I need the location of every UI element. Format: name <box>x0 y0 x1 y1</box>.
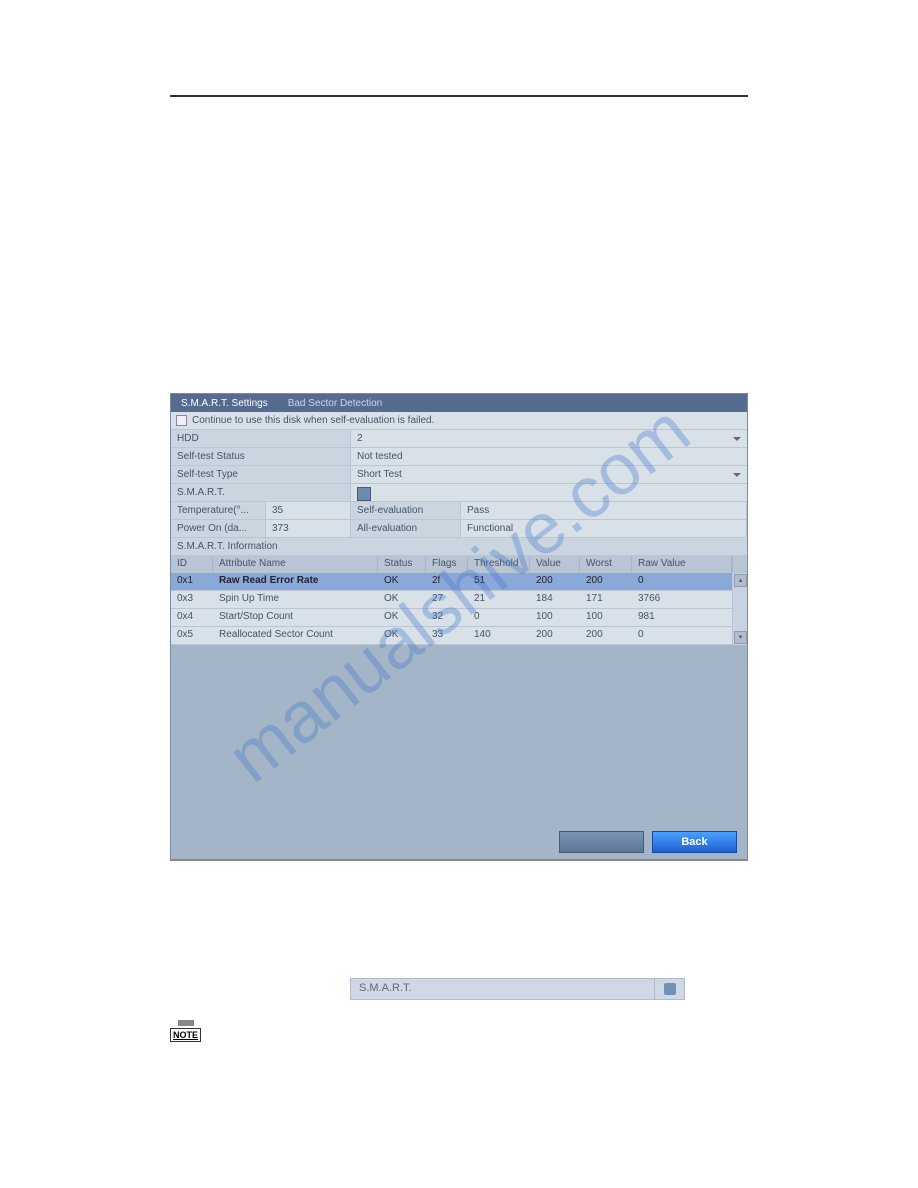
continue-use-label: Continue to use this disk when self-eval… <box>192 415 434 426</box>
gear-icon <box>664 983 676 995</box>
hdd-label: HDD <box>171 430 351 447</box>
cell-attr: Start/Stop Count <box>213 609 378 626</box>
snippet-gear-button[interactable] <box>655 978 685 1000</box>
col-status: Status <box>378 556 426 573</box>
smart-settings-window: S.M.A.R.T. Settings Bad Sector Detection… <box>170 393 748 860</box>
note-pin-icon <box>178 1020 194 1026</box>
cell-value: 100 <box>530 609 580 626</box>
cell-id: 0x4 <box>171 609 213 626</box>
table-row[interactable]: 0x1 Raw Read Error Rate OK 2f 51 200 200… <box>171 573 732 591</box>
col-id: ID <box>171 556 213 573</box>
continue-use-checkbox[interactable] <box>176 415 187 426</box>
cell-id: 0x5 <box>171 627 213 644</box>
page-top-rule <box>170 95 748 97</box>
table-row[interactable]: 0x4 Start/Stop Count OK 32 0 100 100 981 <box>171 609 732 627</box>
cell-worst: 200 <box>580 573 632 590</box>
cell-attr: Reallocated Sector Count <box>213 627 378 644</box>
horizontal-rule <box>170 860 748 861</box>
all-evaluation-value: Functional <box>461 520 747 537</box>
smart-table-header: ID Attribute Name Status Flags Threshold… <box>171 556 747 573</box>
smart-info-header: S.M.A.R.T. Information <box>171 538 747 556</box>
button-bar: Back <box>171 825 747 859</box>
cell-value: 184 <box>530 591 580 608</box>
smart-table-body: 0x1 Raw Read Error Rate OK 2f 51 200 200… <box>171 573 747 645</box>
col-raw-value: Raw Value <box>632 556 732 573</box>
smart-run-icon[interactable] <box>357 487 371 501</box>
table-scrollbar[interactable]: ▴ ▾ <box>732 573 747 645</box>
note-label: NOTE <box>170 1028 201 1042</box>
cell-status: OK <box>378 573 426 590</box>
cell-raw: 981 <box>632 609 732 626</box>
cell-flags: 27 <box>426 591 468 608</box>
self-test-type-select[interactable]: Short Test <box>351 466 747 483</box>
cell-id: 0x1 <box>171 573 213 590</box>
self-test-status-label: Self-test Status <box>171 448 351 465</box>
temperature-label: Temperature(°... <box>171 502 266 519</box>
cell-raw: 0 <box>632 627 732 644</box>
cell-flags: 33 <box>426 627 468 644</box>
back-button[interactable]: Back <box>652 831 737 853</box>
cell-threshold: 140 <box>468 627 530 644</box>
cell-attr: Raw Read Error Rate <box>213 573 378 590</box>
col-attribute-name: Attribute Name <box>213 556 378 573</box>
scroll-up-icon[interactable]: ▴ <box>734 574 747 587</box>
continue-use-checkbox-row[interactable]: Continue to use this disk when self-eval… <box>171 412 747 430</box>
all-evaluation-label: All-evaluation <box>351 520 461 537</box>
note-icon: NOTE <box>170 1020 201 1042</box>
col-worst: Worst <box>580 556 632 573</box>
scroll-down-icon[interactable]: ▾ <box>734 631 747 644</box>
cell-status: OK <box>378 609 426 626</box>
cell-flags: 32 <box>426 609 468 626</box>
cell-threshold: 21 <box>468 591 530 608</box>
self-test-type-label: Self-test Type <box>171 466 351 483</box>
tab-bad-sector-detection[interactable]: Bad Sector Detection <box>278 398 393 409</box>
col-value: Value <box>530 556 580 573</box>
cell-threshold: 0 <box>468 609 530 626</box>
cell-worst: 100 <box>580 609 632 626</box>
cell-attr: Spin Up Time <box>213 591 378 608</box>
self-evaluation-value: Pass <box>461 502 747 519</box>
snippet-smart-label: S.M.A.R.T. <box>350 978 655 1000</box>
temperature-value: 35 <box>266 502 351 519</box>
tab-smart-settings[interactable]: S.M.A.R.T. Settings <box>171 398 278 409</box>
cell-threshold: 51 <box>468 573 530 590</box>
cell-worst: 200 <box>580 627 632 644</box>
power-on-value: 373 <box>266 520 351 537</box>
col-threshold: Threshold <box>468 556 530 573</box>
window-body-empty <box>171 645 747 825</box>
self-evaluation-label: Self-evaluation <box>351 502 461 519</box>
cell-value: 200 <box>530 573 580 590</box>
self-test-status-value: Not tested <box>351 448 747 465</box>
hdd-select[interactable]: 2 <box>351 430 747 447</box>
apply-button[interactable] <box>559 831 644 853</box>
cell-status: OK <box>378 627 426 644</box>
cell-value: 200 <box>530 627 580 644</box>
table-row[interactable]: 0x5 Reallocated Sector Count OK 33 140 2… <box>171 627 732 645</box>
smart-run-cell <box>351 484 747 501</box>
smart-label: S.M.A.R.T. <box>171 484 351 501</box>
tab-bar: S.M.A.R.T. Settings Bad Sector Detection <box>171 394 747 412</box>
cell-status: OK <box>378 591 426 608</box>
cell-id: 0x3 <box>171 591 213 608</box>
col-flags: Flags <box>426 556 468 573</box>
cell-worst: 171 <box>580 591 632 608</box>
power-on-label: Power On (da... <box>171 520 266 537</box>
scroll-gutter-top <box>732 556 747 573</box>
cell-raw: 0 <box>632 573 732 590</box>
cell-flags: 2f <box>426 573 468 590</box>
cell-raw: 3766 <box>632 591 732 608</box>
smart-field-snippet: S.M.A.R.T. <box>350 978 685 1000</box>
table-row[interactable]: 0x3 Spin Up Time OK 27 21 184 171 3766 <box>171 591 732 609</box>
